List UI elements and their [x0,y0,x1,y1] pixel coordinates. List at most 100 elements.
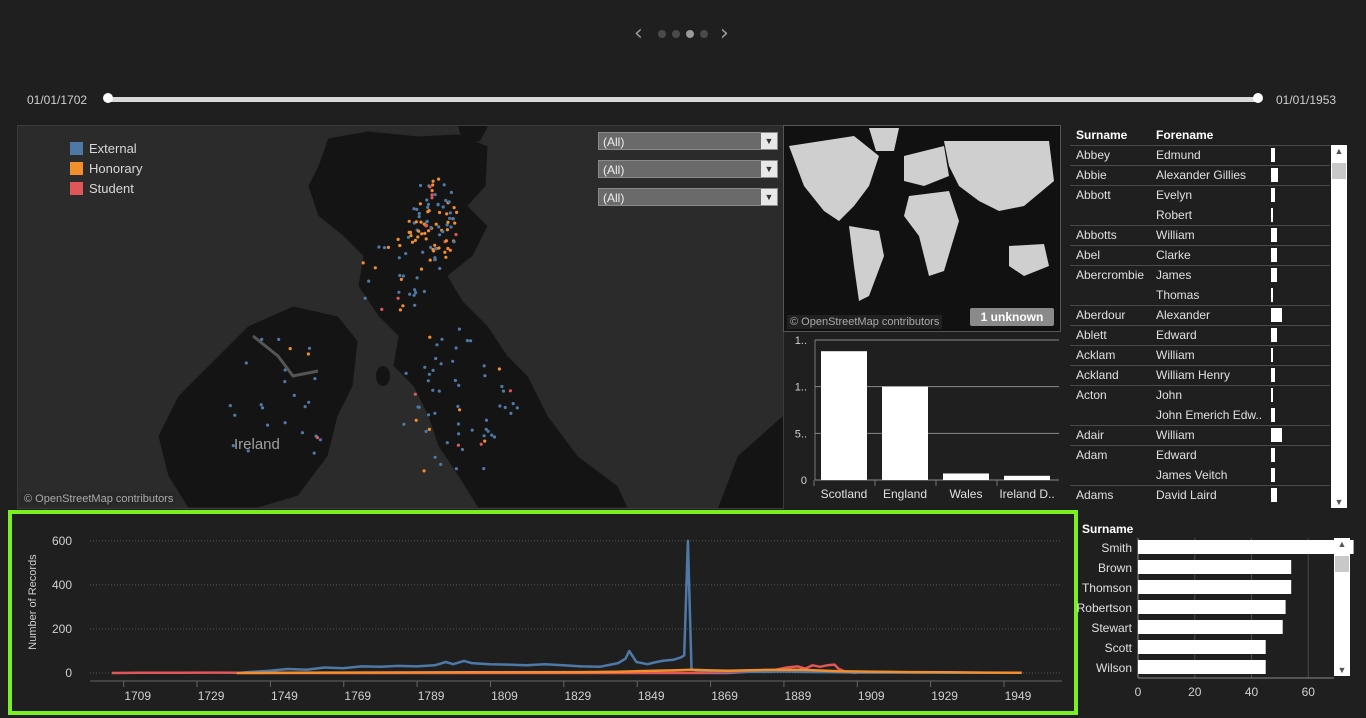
record-count-bar[interactable] [1271,288,1273,302]
x-tick-label: 1829 [564,689,591,703]
record-point [434,222,438,226]
table-row[interactable]: James Veitch [1070,465,1330,485]
scroll-up-icon[interactable]: ▲ [1334,538,1350,550]
scroll-down-icon[interactable]: ▼ [1334,664,1350,676]
pager-prev-button[interactable]: ‹ [634,23,643,45]
record-count-bar[interactable] [1271,148,1275,162]
table-row[interactable]: Acton John [1070,385,1330,405]
table-row[interactable]: Ackland William Henry [1070,365,1330,385]
series-line-external [236,539,1022,675]
x-tick-label: 1789 [418,689,445,703]
table-row[interactable]: Abel Clarke [1070,245,1330,265]
table-row[interactable]: Acklam William [1070,345,1330,365]
surname-label: Thomson [1082,581,1132,595]
scroll-up-icon[interactable]: ▲ [1331,145,1347,157]
record-point [428,258,432,262]
record-point [266,423,270,427]
legend-honorary[interactable]: Honorary [70,160,142,176]
record-point [482,467,486,471]
table-row[interactable]: Abbie Alexander Gillies [1070,165,1330,185]
date-range-start-handle[interactable] [103,93,113,103]
table-row[interactable]: Thomas [1070,285,1330,305]
record-point [312,451,316,455]
pager-next-button[interactable]: › [720,23,729,45]
world-map[interactable]: © OpenStreetMap contributors 1 unknown [783,125,1061,332]
map-credit[interactable]: © OpenStreetMap contributors [21,492,177,506]
table-row[interactable]: Abbey Edmund [1070,145,1330,165]
table-row[interactable]: Adair William [1070,425,1330,445]
y-axis-label: Number of Records [27,554,39,650]
chevron-down-icon[interactable]: ▼ [761,189,777,205]
pager-dot-2[interactable] [672,30,680,38]
record-count-bar[interactable] [1271,328,1277,342]
northern-islands [458,126,488,144]
record-count-bar[interactable] [1271,188,1275,202]
legend-student[interactable]: Student [70,180,134,196]
record-count-bar[interactable] [1271,388,1273,402]
dashboard-pager: ‹ › [630,23,740,46]
record-count-bar[interactable] [1271,408,1275,422]
table-row[interactable]: Abbott Evelyn [1070,185,1330,205]
unknown-locations-badge[interactable]: 1 unknown [970,308,1054,326]
date-range-end-handle[interactable] [1253,93,1263,103]
column-header-surname[interactable]: Surname [1076,128,1127,142]
record-count-bar[interactable] [1271,168,1279,182]
filter-dropdown-3[interactable]: (All) ▼ [598,188,778,206]
record-count-bar[interactable] [1271,428,1282,442]
row-separator [1070,485,1330,486]
world-map-credit[interactable]: © OpenStreetMap contributors [787,315,943,329]
filter-dropdown-2[interactable]: (All) ▼ [598,160,778,178]
table-row[interactable]: Ablett Edward [1070,325,1330,345]
table-row[interactable]: Robert [1070,205,1330,225]
legend-label-external: External [89,140,137,156]
record-point [397,256,401,260]
record-count-bar[interactable] [1271,448,1275,462]
record-count-bar[interactable] [1271,208,1273,222]
pager-dot-3-active[interactable] [686,30,694,38]
record-count-bar[interactable] [1271,248,1277,262]
chevron-down-icon[interactable]: ▼ [761,133,777,149]
record-point [457,383,461,387]
scrollbar-thumb[interactable] [1335,556,1349,572]
record-count-bar[interactable] [1271,268,1277,282]
name-table-scrollbar[interactable]: ▲ ▼ [1331,145,1347,508]
country-bar-chart[interactable]: 0 5.. 1.. 1.. Scotland England Wales Ireland D.… [783,332,1061,508]
scroll-down-icon[interactable]: ▼ [1331,496,1347,508]
surname-chart-scrollbar[interactable]: ▲ ▼ [1334,538,1350,676]
record-point [228,404,232,408]
uk-map[interactable]: External Honorary Student (All) ▼ (All) … [17,125,784,509]
table-row[interactable]: Adams David Laird [1070,485,1330,505]
table-row[interactable]: John Emerich Edw.. [1070,405,1330,425]
date-range-slider-track[interactable] [106,97,1260,102]
filter-3-value: (All) [603,191,625,205]
record-count-bar[interactable] [1271,348,1273,362]
table-row[interactable]: Abbotts William [1070,225,1330,245]
legend-label-honorary: Honorary [89,160,143,176]
pager-dot-4[interactable] [700,30,708,38]
pager-dot-1[interactable] [658,30,666,38]
north-america [789,136,879,221]
record-count-bar[interactable] [1271,468,1275,482]
chevron-down-icon[interactable]: ▼ [761,161,777,177]
record-count-bar[interactable] [1271,308,1282,322]
table-row[interactable]: Abercrombie James [1070,265,1330,285]
record-count-bar[interactable] [1271,228,1277,242]
record-count-bar[interactable] [1271,488,1277,502]
x-tick-label: 1749 [271,689,298,703]
filter-dropdown-1[interactable]: (All) ▼ [598,132,778,150]
record-point [437,177,441,181]
scrollbar-thumb[interactable] [1332,163,1346,179]
table-row[interactable]: Aberdour Alexander [1070,305,1330,325]
legend-external[interactable]: External [70,140,137,156]
record-count-bar[interactable] [1271,368,1275,382]
record-point [439,362,443,366]
timeline-chart[interactable]: 0 200 400 600 1709 1729 1749 1769 1789 1809 1829 18… [8,510,1078,715]
record-point [427,372,431,376]
record-point [412,207,416,211]
record-point [396,296,400,300]
column-header-forename[interactable]: Forename [1156,128,1213,142]
surname-bar-chart[interactable]: Surname 0 20 40 60 Smith Brown Thomson Robertso… [1072,518,1362,708]
isle-of-man [376,366,390,386]
name-table[interactable]: Surname Forename Abbey Edmund Abbie Alexand… [1070,125,1350,509]
table-row[interactable]: Adam Edward [1070,445,1330,465]
